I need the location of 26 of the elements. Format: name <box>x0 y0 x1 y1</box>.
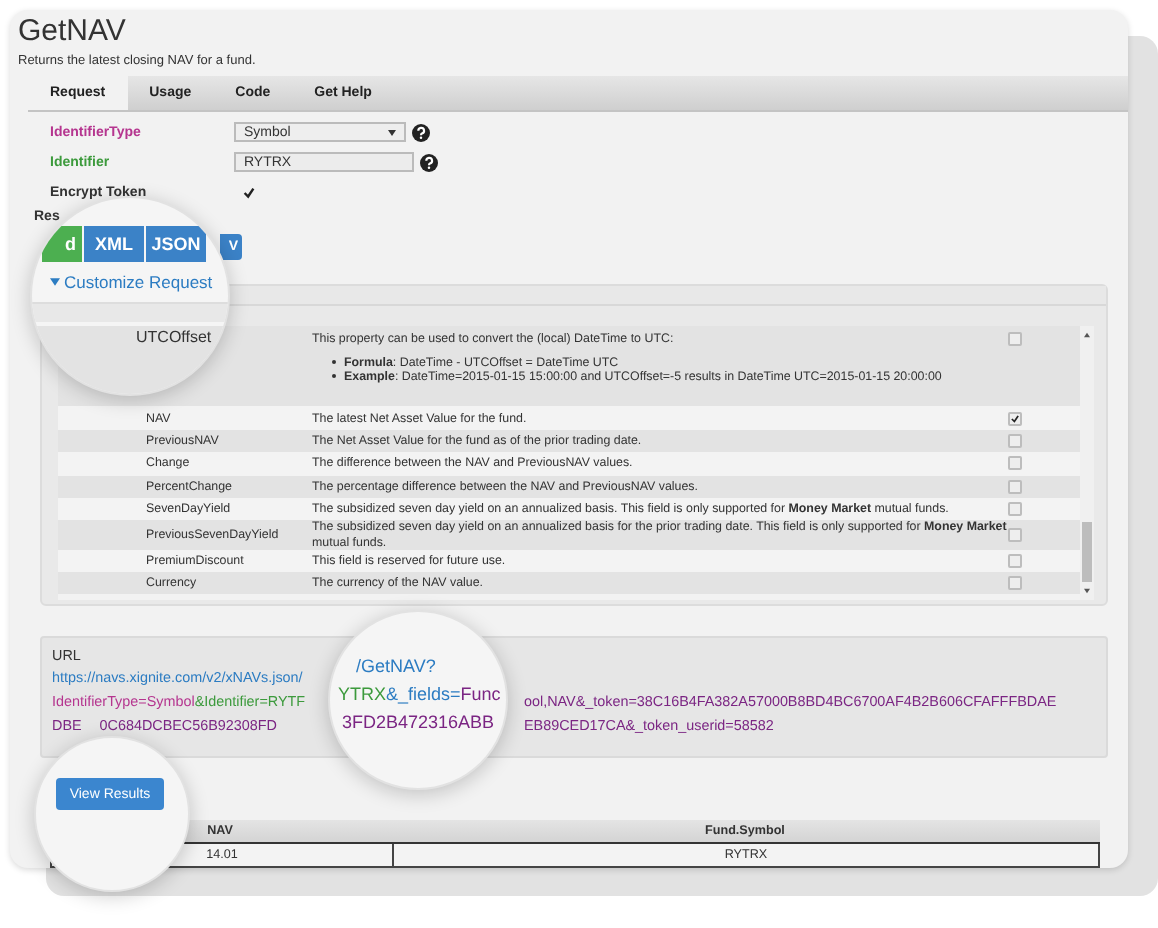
url-text: &_fields= <box>386 684 461 704</box>
url-text: /GetNAV? <box>356 656 436 676</box>
format-button[interactable]: JSON <box>146 226 206 262</box>
checkbox[interactable] <box>1008 411 1022 426</box>
checkbox[interactable] <box>1008 502 1022 517</box>
scrollbar-thumb[interactable] <box>1082 522 1092 583</box>
checkbox[interactable] <box>1008 528 1022 543</box>
checkbox[interactable] <box>1008 576 1022 591</box>
customize-request-link[interactable]: Customize Request <box>50 272 213 292</box>
url-text: Func <box>460 684 501 704</box>
checkbox[interactable] <box>242 185 256 200</box>
url-text: YTRX <box>338 684 387 704</box>
page-title: GetNAV <box>18 16 128 48</box>
checkbox[interactable] <box>1008 434 1022 449</box>
format-button[interactable]: XML <box>84 226 144 262</box>
help-icon[interactable] <box>412 123 430 142</box>
scroll-up-icon[interactable] <box>1084 332 1090 339</box>
url-text: 3FD2B472316ABB <box>342 712 495 732</box>
checkbox[interactable] <box>1008 456 1022 471</box>
checkbox[interactable] <box>1008 553 1022 568</box>
help-icon[interactable] <box>420 153 438 172</box>
scroll-down-icon[interactable] <box>1084 588 1090 595</box>
checkbox[interactable] <box>1008 479 1022 494</box>
field-name: UTCOffset <box>136 328 212 346</box>
checkbox[interactable] <box>1008 332 1022 347</box>
caret-icon <box>388 129 396 136</box>
